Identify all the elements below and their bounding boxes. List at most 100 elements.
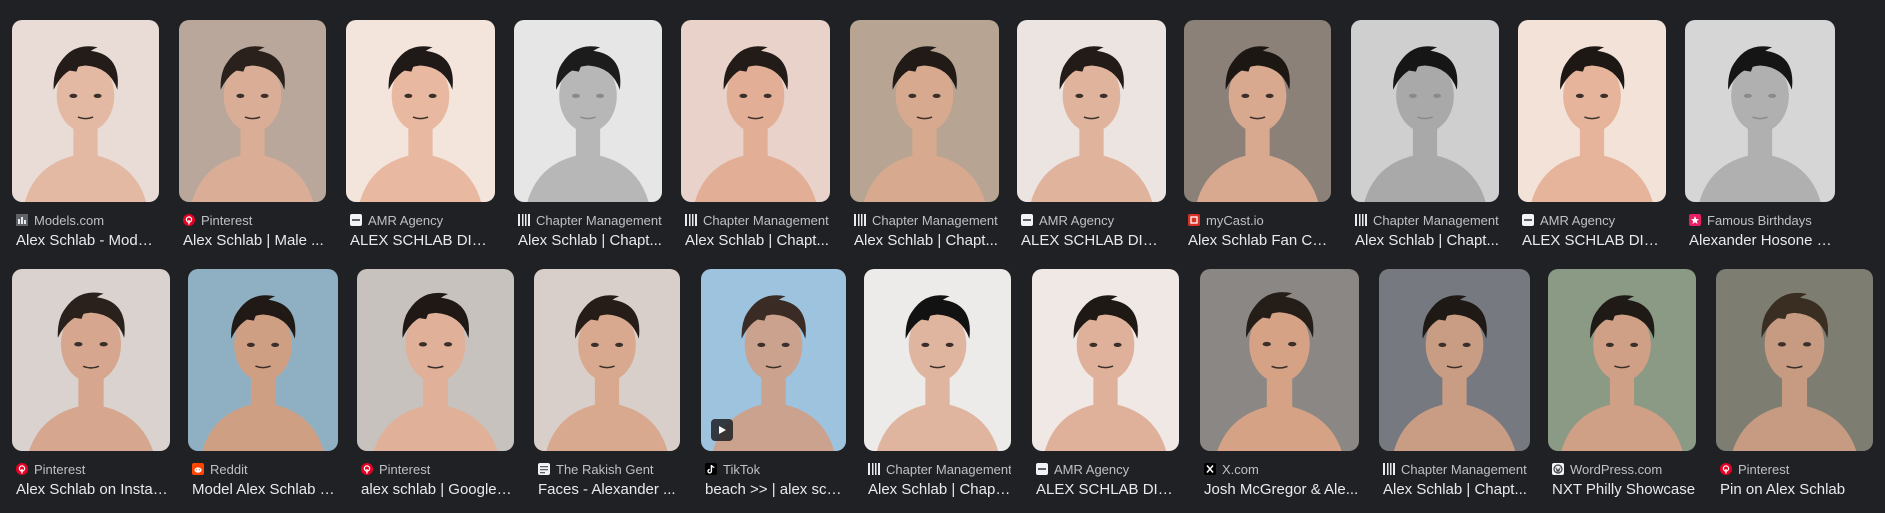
result-thumbnail[interactable] bbox=[346, 20, 495, 202]
result-thumbnail[interactable] bbox=[1716, 269, 1873, 451]
result-title-link[interactable]: Alex Schlab | Chapt... bbox=[1355, 230, 1499, 252]
image-result-card[interactable]: TikTok beach >> | alex schl... bbox=[701, 269, 846, 509]
result-source-name: Chapter Management bbox=[703, 212, 829, 228]
result-source[interactable]: Pinterest bbox=[361, 460, 514, 478]
image-result-card[interactable]: AMR Agency ALEX SCHLAB DIGIT... bbox=[1032, 269, 1179, 509]
image-result-card[interactable]: Models.com Alex Schlab - Model ... bbox=[12, 20, 159, 260]
image-result-card[interactable]: AMR Agency ALEX SCHLAB DIGI... bbox=[346, 20, 495, 260]
result-thumbnail[interactable] bbox=[681, 20, 830, 202]
result-title-link[interactable]: Alex Schlab | Chapt... bbox=[1383, 479, 1530, 501]
image-result-card[interactable]: AMR Agency ALEX SCHLAB DIGI... bbox=[1518, 20, 1666, 260]
result-title-link[interactable]: Alex Schlab Fan Ca... bbox=[1188, 230, 1331, 252]
result-source[interactable]: myCast.io bbox=[1188, 211, 1331, 229]
result-thumbnail[interactable] bbox=[850, 20, 999, 202]
image-result-card[interactable]: myCast.io Alex Schlab Fan Ca... bbox=[1184, 20, 1331, 260]
result-title-link[interactable]: Alexander Hosone Schlab ... bbox=[1689, 230, 1835, 252]
mycast-favicon-icon bbox=[1188, 214, 1200, 226]
result-source[interactable]: Chapter Management bbox=[868, 460, 1011, 478]
result-title-link[interactable]: Pin on Alex Schlab bbox=[1720, 479, 1873, 501]
result-title-link[interactable]: Alex Schlab | Male ... bbox=[183, 230, 326, 252]
result-source[interactable]: Pinterest bbox=[1720, 460, 1873, 478]
result-title-link[interactable]: alex schlab | Google i... bbox=[361, 479, 514, 501]
result-source[interactable]: Models.com bbox=[16, 211, 159, 229]
result-thumbnail[interactable] bbox=[1184, 20, 1331, 202]
result-thumbnail[interactable] bbox=[1548, 269, 1696, 451]
image-result-card[interactable]: Chapter Management Alex Schlab | Chapt... bbox=[850, 20, 999, 260]
image-result-card[interactable]: Pinterest Pin on Alex Schlab bbox=[1716, 269, 1873, 509]
result-thumbnail[interactable] bbox=[1351, 20, 1499, 202]
image-result-card[interactable]: Pinterest alex schlab | Google i... bbox=[357, 269, 514, 509]
result-title-link[interactable]: Josh McGregor & Ale... bbox=[1204, 479, 1359, 501]
result-source[interactable]: The Rakish Gent bbox=[538, 460, 680, 478]
result-title-link[interactable]: ALEX SCHLAB DIGI... bbox=[1021, 230, 1166, 252]
rakish-gent-favicon-icon bbox=[538, 463, 550, 475]
result-source[interactable]: WordPress.com bbox=[1552, 460, 1696, 478]
result-title-link[interactable]: Alex Schlab | Chapt... bbox=[854, 230, 999, 252]
result-thumbnail[interactable] bbox=[12, 269, 170, 451]
image-result-card[interactable]: WordPress.com NXT Philly Showcase bbox=[1548, 269, 1696, 509]
image-result-card[interactable]: The Rakish Gent Faces - Alexander ... bbox=[534, 269, 680, 509]
image-result-card[interactable]: X.com Josh McGregor & Ale... bbox=[1200, 269, 1359, 509]
image-result-card[interactable]: Chapter Management Alex Schlab | Chapt... bbox=[1351, 20, 1499, 260]
result-source-name: AMR Agency bbox=[368, 212, 444, 228]
image-result-card[interactable]: Chapter Management Alex Schlab | Chapt... bbox=[1379, 269, 1530, 509]
result-source-name: Famous Birthdays bbox=[1707, 212, 1812, 228]
result-title-link[interactable]: Alex Schlab | Chapt... bbox=[518, 230, 662, 252]
result-source[interactable]: Chapter Management bbox=[1383, 460, 1530, 478]
pinterest-favicon-icon bbox=[1720, 463, 1732, 475]
result-thumbnail[interactable] bbox=[179, 20, 326, 202]
image-result-card[interactable]: Chapter Management Alex Schlab | Chapt... bbox=[864, 269, 1011, 509]
result-thumbnail[interactable] bbox=[357, 269, 514, 451]
result-thumbnail[interactable] bbox=[701, 269, 846, 451]
result-source-name: WordPress.com bbox=[1570, 461, 1663, 477]
result-thumbnail[interactable] bbox=[1017, 20, 1166, 202]
result-source[interactable]: Chapter Management bbox=[854, 211, 999, 229]
result-source[interactable]: TikTok bbox=[705, 460, 846, 478]
result-source[interactable]: AMR Agency bbox=[1021, 211, 1166, 229]
result-title-link[interactable]: Alex Schlab | Chapt... bbox=[868, 479, 1011, 501]
result-title-link[interactable]: beach >> | alex schl... bbox=[705, 479, 846, 501]
play-icon bbox=[711, 419, 733, 441]
result-source[interactable]: Chapter Management bbox=[1355, 211, 1499, 229]
image-result-card[interactable]: Chapter Management Alex Schlab | Chapt... bbox=[514, 20, 662, 260]
result-thumbnail[interactable] bbox=[1379, 269, 1530, 451]
result-source-name: Reddit bbox=[210, 461, 248, 477]
result-source[interactable]: Pinterest bbox=[16, 460, 170, 478]
result-thumbnail[interactable] bbox=[534, 269, 680, 451]
result-source[interactable]: AMR Agency bbox=[350, 211, 495, 229]
result-source-name: Pinterest bbox=[201, 212, 253, 228]
result-source[interactable]: Famous Birthdays bbox=[1689, 211, 1835, 229]
result-source[interactable]: Pinterest bbox=[183, 211, 326, 229]
image-result-card[interactable]: Pinterest Alex Schlab on Instag... bbox=[12, 269, 170, 509]
image-result-card[interactable]: AMR Agency ALEX SCHLAB DIGI... bbox=[1017, 20, 1166, 260]
image-result-card[interactable]: Reddit Model Alex Schlab : ... bbox=[188, 269, 338, 509]
result-title-link[interactable]: NXT Philly Showcase bbox=[1552, 479, 1696, 501]
result-thumbnail[interactable] bbox=[12, 20, 159, 202]
result-title-link[interactable]: Alex Schlab | Chapt... bbox=[685, 230, 830, 252]
result-title-link[interactable]: Faces - Alexander ... bbox=[538, 479, 680, 501]
image-result-card[interactable]: Chapter Management Alex Schlab | Chapt... bbox=[681, 20, 830, 260]
result-source[interactable]: Chapter Management bbox=[518, 211, 662, 229]
result-title-link[interactable]: Alex Schlab on Instag... bbox=[16, 479, 170, 501]
result-thumbnail[interactable] bbox=[1032, 269, 1179, 451]
result-title-link[interactable]: Model Alex Schlab : ... bbox=[192, 479, 338, 501]
result-thumbnail[interactable] bbox=[864, 269, 1011, 451]
result-source[interactable]: AMR Agency bbox=[1036, 460, 1179, 478]
result-title-link[interactable]: Alex Schlab - Model ... bbox=[16, 230, 159, 252]
result-title-link[interactable]: ALEX SCHLAB DIGI... bbox=[350, 230, 495, 252]
result-thumbnail[interactable] bbox=[1200, 269, 1359, 451]
result-source[interactable]: Chapter Management bbox=[685, 211, 830, 229]
result-thumbnail[interactable] bbox=[188, 269, 338, 451]
result-title-link[interactable]: ALEX SCHLAB DIGIT... bbox=[1036, 479, 1179, 501]
pinterest-favicon-icon bbox=[16, 463, 28, 475]
result-thumbnail[interactable] bbox=[1685, 20, 1835, 202]
famous-birthdays-favicon-icon bbox=[1689, 214, 1701, 226]
result-thumbnail[interactable] bbox=[514, 20, 662, 202]
result-thumbnail[interactable] bbox=[1518, 20, 1666, 202]
image-result-card[interactable]: Pinterest Alex Schlab | Male ... bbox=[179, 20, 326, 260]
result-title-link[interactable]: ALEX SCHLAB DIGI... bbox=[1522, 230, 1666, 252]
result-source[interactable]: AMR Agency bbox=[1522, 211, 1666, 229]
image-result-card[interactable]: Famous Birthdays Alexander Hosone Schlab … bbox=[1685, 20, 1835, 260]
result-source[interactable]: X.com bbox=[1204, 460, 1359, 478]
result-source[interactable]: Reddit bbox=[192, 460, 338, 478]
